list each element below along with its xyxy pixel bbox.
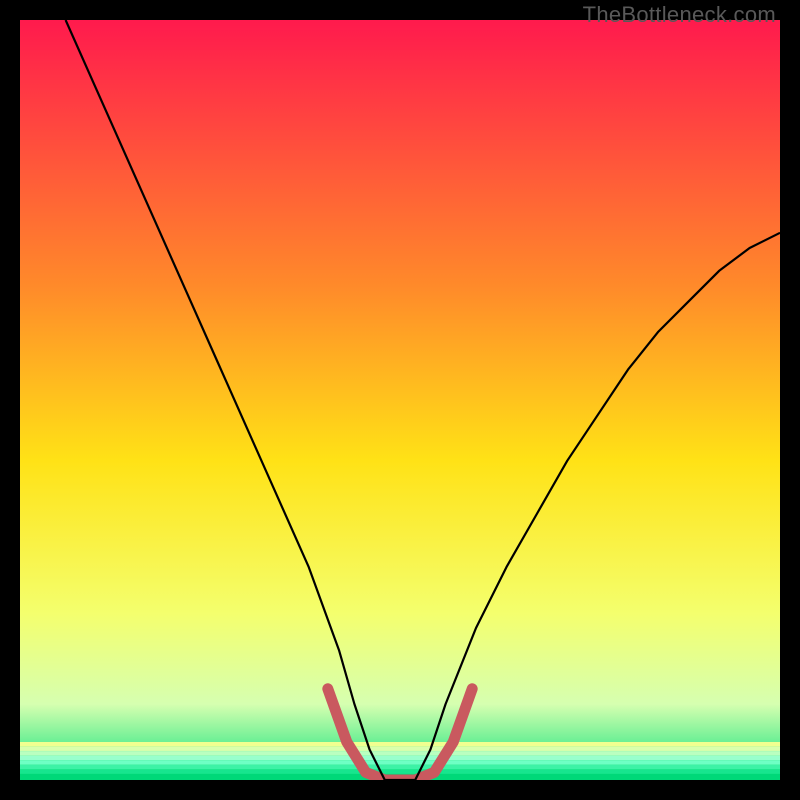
green-band xyxy=(20,765,780,769)
green-band xyxy=(20,769,780,773)
green-band xyxy=(20,742,780,746)
green-band xyxy=(20,760,780,764)
plot-area xyxy=(20,20,780,780)
chart-frame: TheBottleneck.com xyxy=(0,0,800,800)
green-band xyxy=(20,756,780,760)
chart-svg xyxy=(20,20,780,780)
watermark-text: TheBottleneck.com xyxy=(583,2,776,28)
green-band xyxy=(20,747,780,751)
green-band xyxy=(20,751,780,755)
gradient-background xyxy=(20,20,780,780)
green-band-group xyxy=(20,742,780,780)
